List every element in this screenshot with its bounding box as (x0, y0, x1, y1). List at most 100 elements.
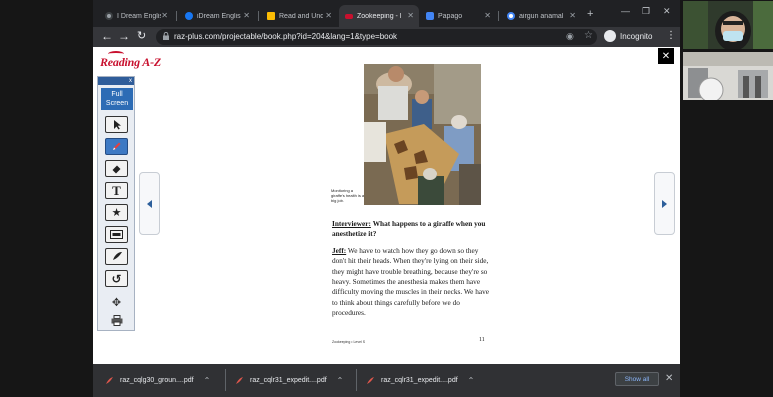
chevron-up-icon[interactable]: ⌃ (204, 376, 211, 385)
answer-paragraph: Jeff: We have to watch how they go down … (332, 246, 494, 319)
tab-label: I Dream Englis (117, 12, 161, 20)
undo-tool-button[interactable]: ↺ (105, 270, 128, 287)
download-item-2[interactable]: raz_cqlr31_expedit....pdf ⌃ (235, 372, 343, 388)
download-separator (225, 369, 226, 391)
pen-icon (113, 142, 121, 150)
reading-az-logo[interactable]: Reading A-Z (100, 55, 161, 70)
download-item-3[interactable]: raz_cqlr31_expedit....pdf ⌃ (366, 372, 474, 388)
full-screen-button[interactable]: Full Screen (101, 88, 133, 110)
screen: I Dream Englis ✕ iDream Englis ✕ Read an… (0, 0, 773, 397)
text-tool-button[interactable]: T (105, 182, 128, 199)
annotation-tool-panel: x Full Screen T ★ ↺ ✥ (97, 76, 135, 331)
tab-3[interactable]: Read and Und ✕ (261, 5, 337, 27)
star-icon: ★ (111, 207, 122, 219)
close-book-button[interactable]: ✕ (658, 48, 674, 64)
eraser-icon (112, 165, 121, 174)
close-icon[interactable]: ✕ (161, 11, 168, 20)
speaker-label: Jeff: (332, 245, 347, 255)
close-icon[interactable]: ✕ (569, 11, 576, 20)
tab-active-zookeeping[interactable]: Zookeeping - I ✕ (339, 5, 419, 27)
window-close-icon[interactable]: ✕ (663, 6, 671, 17)
pointer-tool-button[interactable] (105, 116, 128, 133)
forward-icon[interactable]: → (118, 29, 130, 43)
close-icon: ✕ (661, 50, 671, 62)
move-tool-button[interactable]: ✥ (105, 295, 128, 309)
google-icon (507, 12, 515, 20)
maximize-icon[interactable]: ❐ (642, 6, 650, 17)
close-icon[interactable]: ✕ (484, 11, 491, 20)
downloads-bar: raz_cqlg30_groun....pdf ⌃ raz_cqlr31_exp… (93, 364, 680, 397)
giraffe-photo (364, 64, 481, 205)
previous-page-button[interactable] (139, 172, 160, 235)
participant-video-illustration (683, 1, 773, 49)
eraser-tool-button[interactable] (105, 160, 128, 177)
video-participant-2[interactable] (683, 52, 773, 100)
tracking-blocked-icon[interactable]: ◉ (566, 31, 574, 42)
pointer-icon (113, 120, 121, 130)
clear-tool-button[interactable] (105, 248, 128, 265)
giraffe-photo-illustration (364, 64, 481, 205)
tab-6[interactable]: airgun anamal ✕ (501, 5, 581, 27)
close-icon[interactable]: ✕ (407, 11, 414, 20)
download-item-1[interactable]: raz_cqlg30_groun....pdf ⌃ (105, 372, 210, 388)
book-page: Monitoring a giraffe's health is a big j… (323, 61, 493, 361)
address-bar[interactable]: raz-plus.com/projectable/book.php?id=204… (156, 29, 597, 45)
print-tool-button[interactable] (105, 313, 128, 327)
bookmark-star-icon[interactable]: ☆ (584, 30, 593, 41)
book-text: Interviewer: What happens to a giraffe w… (332, 219, 494, 325)
mask-icon (110, 230, 123, 239)
chevron-up-icon[interactable]: ⌃ (468, 376, 475, 385)
tab-2[interactable]: iDream Englis ✕ (179, 5, 255, 27)
page-footer: Zookeeping • Level S (332, 340, 366, 344)
minimize-icon[interactable]: — (621, 6, 630, 16)
chevron-up-icon[interactable]: ⌃ (337, 376, 344, 385)
page-viewport: Reading A-Z x Full Screen T ★ ↺ ✥ ✕ Moni… (93, 47, 680, 364)
pdf-icon (106, 376, 113, 384)
star-tool-button[interactable]: ★ (105, 204, 128, 221)
tab-label: airgun anamal (519, 12, 563, 20)
chevron-right-icon (662, 199, 667, 208)
tab-label: Zookeeping - I (357, 12, 401, 20)
incognito-icon (604, 30, 616, 42)
download-filename: raz_cqlr31_expedit....pdf (250, 376, 327, 384)
tab-1[interactable]: I Dream Englis ✕ (99, 5, 173, 27)
show-all-downloads-button[interactable]: Show all (615, 372, 659, 386)
tab-separator (498, 11, 499, 21)
download-filename: raz_cqlr31_expedit....pdf (381, 376, 458, 384)
download-separator (356, 369, 357, 391)
close-downloads-icon[interactable]: ✕ (665, 373, 673, 384)
tool-panel-close[interactable]: x (98, 77, 134, 85)
drive-icon (267, 12, 275, 20)
mask-tool-button[interactable] (105, 226, 128, 243)
full-screen-label-line2: Screen (105, 100, 129, 107)
pdf-icon (367, 376, 374, 384)
answer-text: We have to watch how they go down so the… (332, 245, 490, 318)
new-tab-icon[interactable]: + (587, 8, 593, 20)
globe-icon (105, 12, 113, 20)
video-participant-1[interactable] (683, 1, 773, 49)
tab-label: Read and Und (279, 12, 323, 20)
reload-icon[interactable]: ↻ (137, 29, 146, 42)
tab-label: Papago (438, 12, 463, 20)
pen-tool-button[interactable] (105, 138, 128, 155)
tab-5[interactable]: Papago ✕ (420, 5, 496, 27)
next-page-button[interactable] (654, 172, 675, 235)
incognito-label: Incognito (620, 31, 653, 41)
download-filename: raz_cqlg30_groun....pdf (120, 376, 194, 384)
menu-icon[interactable]: ⋮ (666, 30, 676, 41)
full-screen-label-line1: Full (111, 91, 123, 98)
question-paragraph: Interviewer: What happens to a giraffe w… (332, 219, 494, 240)
tab-separator (176, 11, 177, 21)
browser-window: I Dream Englis ✕ iDream Englis ✕ Read an… (93, 0, 680, 397)
incognito-indicator[interactable]: Incognito (604, 30, 652, 42)
back-icon[interactable]: ← (101, 29, 113, 43)
pdf-icon (236, 376, 243, 384)
photo-caption: Monitoring a giraffe's health is a big j… (331, 188, 365, 203)
close-icon[interactable]: ✕ (325, 11, 332, 20)
close-icon[interactable]: ✕ (243, 11, 250, 20)
move-icon: ✥ (111, 296, 122, 309)
url-text: raz-plus.com/projectable/book.php?id=204… (174, 32, 398, 41)
undo-icon: ↺ (111, 271, 122, 286)
interviewer-label: Interviewer: (332, 219, 371, 228)
lock-icon (163, 32, 169, 40)
